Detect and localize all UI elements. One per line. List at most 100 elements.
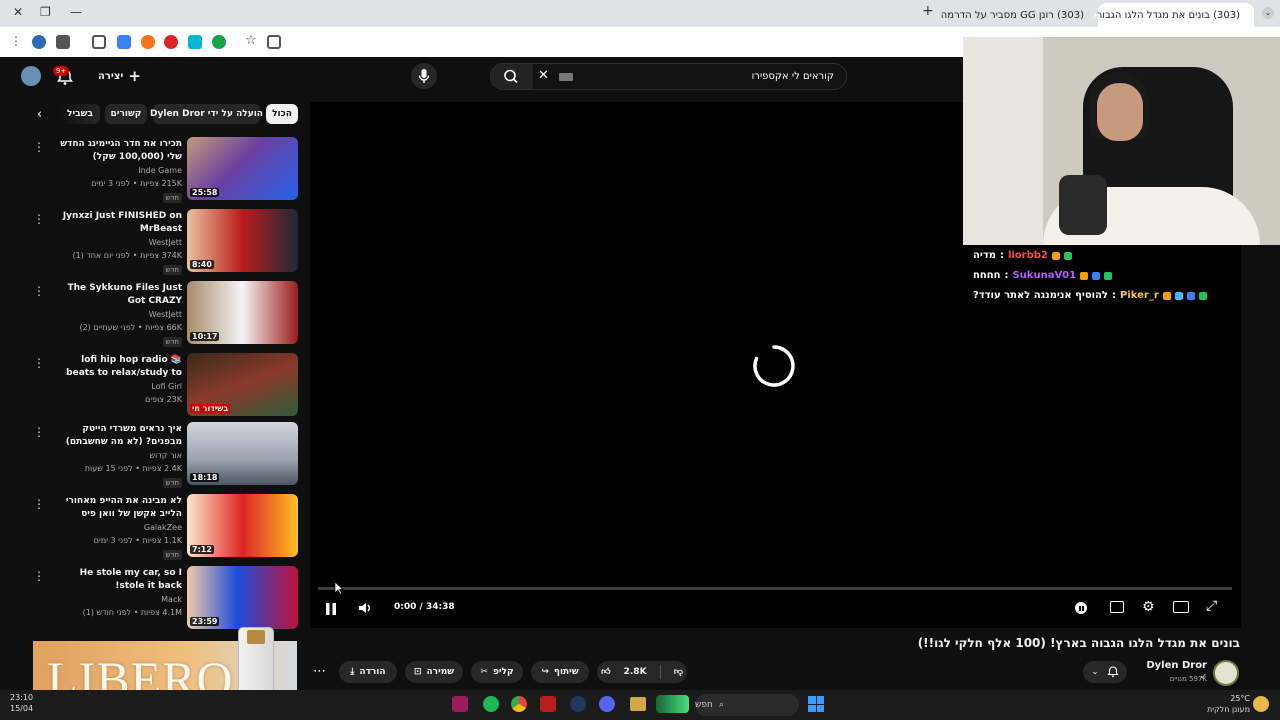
weather-widget[interactable]: 25°C מעונן חלקית — [1190, 693, 1250, 715]
like-count[interactable]: 2.8K — [624, 667, 647, 677]
extensions-puzzle-icon[interactable] — [92, 35, 106, 49]
chip-all[interactable]: הכול — [266, 104, 298, 124]
video-thumbnail[interactable]: 25:58 — [187, 137, 298, 200]
more-options-icon[interactable]: ⋮ — [33, 284, 45, 298]
save-button[interactable]: שמירה ⊡ — [405, 661, 463, 683]
subscribed-button[interactable]: ⌄ — [1083, 661, 1127, 683]
minimize-window-icon[interactable]: — — [70, 5, 82, 19]
channel-name[interactable]: אור קדוש — [32, 451, 182, 460]
pause-button[interactable] — [324, 601, 338, 615]
voice-search-button[interactable] — [411, 63, 437, 89]
badge-icon — [1092, 271, 1101, 280]
keyboard-icon[interactable] — [559, 73, 573, 81]
channel-name[interactable]: GalakZee — [32, 523, 182, 532]
chip-related[interactable]: קשורים — [105, 104, 147, 124]
related-video-item[interactable]: 23:59 He stole my car, so I stole it bac… — [0, 566, 300, 636]
more-actions-icon[interactable]: ⋯ — [313, 664, 326, 679]
video-title[interactable]: The Sykkuno Files Just Got CRAZY — [54, 282, 182, 308]
channel-name[interactable]: WestJett — [32, 238, 182, 247]
video-title[interactable]: איך נראים משרדי הייטק מבפנים? (לא מה שחש… — [54, 423, 182, 449]
download-button[interactable]: הורדה ⤓ — [339, 661, 397, 683]
video-thumbnail[interactable]: 18:18 — [187, 422, 298, 485]
extension-icon[interactable] — [32, 35, 46, 49]
related-video-item[interactable]: 8:40 Jynxzi Just FINISHED on MrBeast Wes… — [0, 209, 300, 279]
tab-search-icon[interactable]: ⌄ — [1262, 7, 1274, 19]
discord-icon[interactable] — [599, 696, 615, 712]
video-title[interactable]: He stole my car, so I stole it back! — [54, 567, 182, 593]
extension-icon[interactable] — [141, 35, 155, 49]
search-button[interactable] — [491, 64, 533, 89]
restore-window-icon[interactable]: ❐ — [40, 5, 51, 19]
extension-icon[interactable] — [117, 35, 131, 49]
video-thumbnail[interactable]: בשידור חי — [187, 353, 298, 416]
clock-time: 23:10 — [10, 693, 34, 702]
video-title[interactable]: lofi hip hop radio 📚 beats to relax/stud… — [54, 354, 182, 380]
more-options-icon[interactable]: ⋮ — [33, 425, 45, 439]
menu-dots-icon[interactable]: ⋮ — [10, 34, 22, 48]
clear-search-icon[interactable]: ✕ — [538, 68, 549, 83]
video-thumbnail[interactable]: 23:59 — [187, 566, 298, 629]
theater-mode-icon[interactable] — [1173, 601, 1189, 613]
steam-icon[interactable] — [570, 696, 586, 712]
bookmark-star-icon[interactable]: ☆ — [245, 33, 257, 48]
clip-button[interactable]: קליפ ✂ — [471, 661, 523, 683]
video-thumbnail[interactable]: 7:12 — [187, 494, 298, 557]
channel-name[interactable]: Inde Game — [32, 166, 182, 175]
related-video-item[interactable]: 25:58 תכירו את חדר הגיימינג החדש שלי (10… — [0, 137, 300, 207]
app-icon[interactable] — [452, 696, 468, 712]
channel-name[interactable]: Mack — [32, 595, 182, 604]
chrome-icon[interactable] — [511, 696, 527, 712]
chat-separator: : — [999, 250, 1004, 261]
extension-icon[interactable] — [56, 35, 70, 49]
spotify-icon[interactable] — [483, 696, 499, 712]
volume-button[interactable] — [357, 600, 373, 616]
file-explorer-icon[interactable] — [630, 697, 646, 711]
chip-for-you[interactable]: בשביל — [60, 104, 100, 124]
extension-icon[interactable] — [188, 35, 202, 49]
taskbar: 23:10 15/04 ⌕ חפש 25°C מעונן חלקית — [0, 690, 1280, 720]
related-video-item[interactable]: 7:12 לא מבינה את ההייפ מאחורי הלייב אקשן… — [0, 494, 300, 564]
search-input[interactable] — [581, 66, 836, 87]
avatar[interactable] — [21, 66, 41, 86]
chips-scroll-left-icon[interactable]: ‹ — [37, 107, 42, 122]
create-button[interactable]: + יצירה — [98, 67, 141, 85]
windows-start-icon[interactable] — [808, 696, 824, 712]
tab-lego-tower[interactable]: (303) בונים את מגדל הלגו הגבוה ✕ — [1098, 3, 1254, 27]
tab-ronen-gg[interactable]: (303) רונן GG מסביר על הדרמה ✕ — [940, 3, 1098, 27]
autoplay-toggle[interactable] — [1075, 602, 1087, 614]
close-tab-icon[interactable]: ✕ — [940, 10, 941, 20]
extension-icon[interactable] — [212, 35, 226, 49]
clock[interactable]: 23:10 15/04 — [10, 692, 33, 714]
app-icon[interactable] — [540, 696, 556, 712]
related-video-item[interactable]: 18:18 איך נראים משרדי הייטק מבפנים? (לא … — [0, 422, 300, 492]
dislike-icon[interactable]: 👎︎ — [674, 667, 683, 677]
new-tab-button[interactable]: + — [922, 3, 934, 19]
progress-bar[interactable] — [318, 587, 1232, 590]
fullscreen-icon[interactable]: ⤢ — [1206, 599, 1217, 613]
like-icon[interactable]: 👍︎ — [601, 667, 610, 677]
video-title[interactable]: Jynxzi Just FINISHED on MrBeast — [54, 210, 182, 236]
video-thumbnail[interactable]: 8:40 — [187, 209, 298, 272]
more-options-icon[interactable]: ⋮ — [33, 140, 45, 154]
subtitles-icon[interactable] — [1110, 601, 1124, 613]
taskbar-search-box[interactable]: ⌕ חפש — [695, 694, 799, 716]
channel-name[interactable]: WestJett — [32, 310, 182, 319]
more-options-icon[interactable]: ⋮ — [33, 569, 45, 583]
chip-uploaded-by[interactable]: הועלה על ידי Dylen Dror — [150, 104, 263, 124]
more-options-icon[interactable]: ⋮ — [33, 356, 45, 370]
channel-name[interactable]: Lofi Girl — [32, 382, 182, 391]
video-title[interactable]: לא מבינה את ההייפ מאחורי הלייב אקשן של ו… — [54, 495, 182, 521]
widget-icon[interactable] — [656, 695, 689, 713]
related-video-item[interactable]: בשידור חי lofi hip hop radio 📚 beats to … — [0, 353, 300, 423]
channel-avatar[interactable] — [1213, 660, 1239, 686]
settings-gear-icon[interactable]: ⚙ — [1142, 600, 1155, 614]
share-button[interactable]: שיתוף ↪ — [531, 661, 589, 683]
extension-icon[interactable] — [164, 35, 178, 49]
more-options-icon[interactable]: ⋮ — [33, 497, 45, 511]
video-thumbnail[interactable]: 10:17 — [187, 281, 298, 344]
video-title[interactable]: תכירו את חדר הגיימינג החדש שלי (100,000 … — [54, 138, 182, 164]
close-window-icon[interactable]: ✕ — [13, 5, 23, 19]
related-video-item[interactable]: 10:17 The Sykkuno Files Just Got CRAZY W… — [0, 281, 300, 351]
more-options-icon[interactable]: ⋮ — [33, 212, 45, 226]
share-page-icon[interactable] — [267, 35, 281, 49]
